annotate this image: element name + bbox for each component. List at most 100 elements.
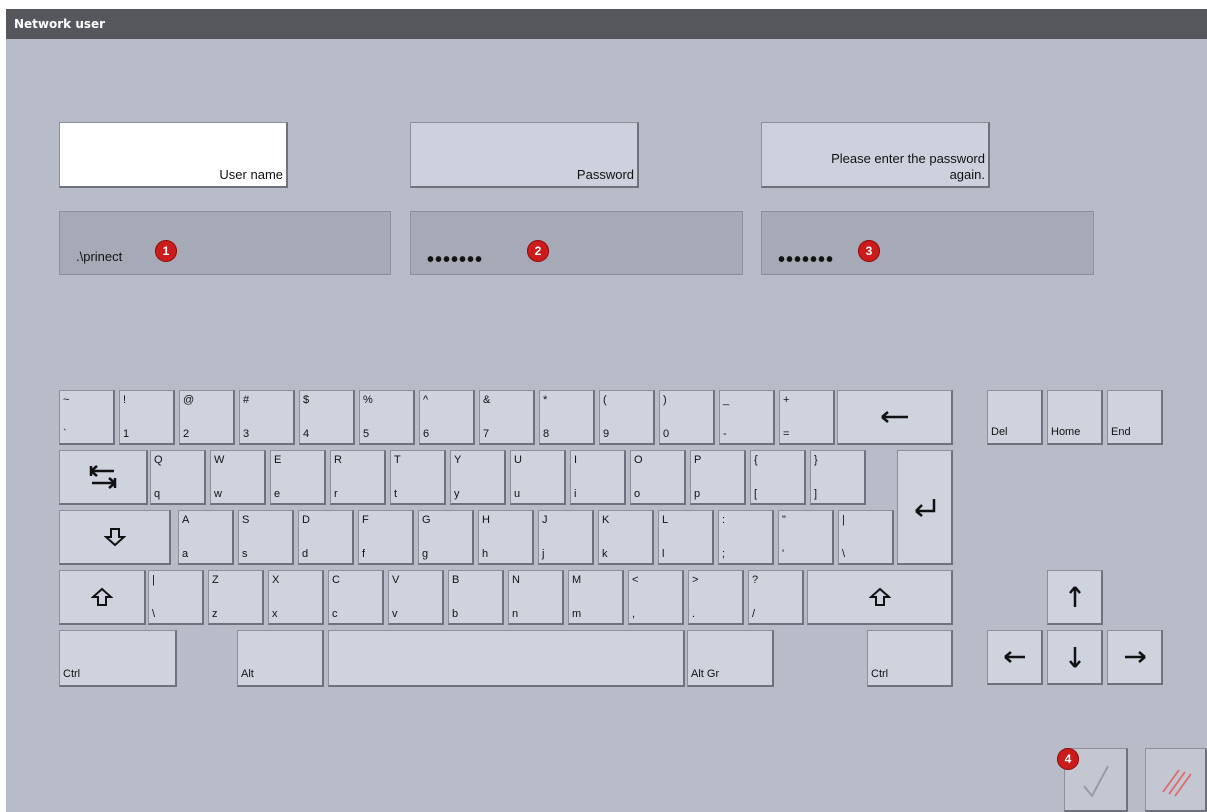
key-2-1[interactable]: Ss [238,510,294,565]
key-base-char: 8 [543,428,550,440]
ctrl-right-key[interactable]: Ctrl [867,630,953,687]
altgr-label: Alt Gr [691,668,720,680]
key-2-11[interactable]: | \ [838,510,894,565]
key-0-10[interactable]: ) 0 [659,390,715,445]
key-2-10[interactable]: " ' [778,510,834,565]
key-shift-char: " [782,514,786,526]
key-base-char: ` [63,428,67,440]
key-0-2[interactable]: @2 [179,390,235,445]
shift-left-key[interactable] [59,570,146,625]
key-1-10[interactable]: {[ [750,450,806,505]
shift-icon [808,571,951,623]
key-3-7[interactable]: Mm [568,570,624,625]
key-2-7[interactable]: Kk [598,510,654,565]
key-2-0[interactable]: Aa [178,510,234,565]
key-shift-char: K [602,514,610,526]
key-1-1[interactable]: Ww [210,450,266,505]
key-0-6[interactable]: ^ 6 [419,390,475,445]
key-3-10[interactable]: ? / [748,570,804,625]
key-3-0[interactable]: | \ [148,570,204,625]
key-3-8[interactable]: <, [628,570,684,625]
key-0-5[interactable]: % 5 [359,390,415,445]
arrow-up-key[interactable] [1047,570,1103,625]
key-3-3[interactable]: Cc [328,570,384,625]
key-3-2[interactable]: Xx [268,570,324,625]
arrow-down-key[interactable] [1047,630,1103,685]
confirm-password-field[interactable]: ••••••• 3 [761,211,1094,275]
key-0-4[interactable]: $4 [299,390,355,445]
tab-key[interactable] [59,450,148,505]
shift-right-key[interactable] [807,570,953,625]
key-shift-char: E [274,454,282,466]
key-3-9[interactable]: >. [688,570,744,625]
step-badge-4: 4 [1057,748,1079,770]
key-1-11[interactable]: }] [810,450,866,505]
key-base-char: u [514,488,521,500]
password-field[interactable]: ••••••• 2 [410,211,743,275]
key-0-7[interactable]: & 7 [479,390,535,445]
key-base-char: y [454,488,460,500]
key-3-6[interactable]: Nn [508,570,564,625]
key-1-7[interactable]: Ii [570,450,626,505]
confirm-password-label-box[interactable]: Please enter the password again. [761,122,990,188]
key-2-6[interactable]: Jj [538,510,594,565]
key-base-char: o [634,488,641,500]
key-1-6[interactable]: Uu [510,450,566,505]
key-shift-char: M [572,574,582,586]
key-0-0[interactable]: ~ ` [59,390,115,445]
key-shift-char: # [243,394,250,406]
key-2-2[interactable]: Dd [298,510,354,565]
shift-icon [60,571,144,623]
key-2-3[interactable]: Ff [358,510,414,565]
password-label-box[interactable]: Password [410,122,639,188]
key-1-0[interactable]: Qq [150,450,206,505]
username-field[interactable]: .\prinect 1 [59,211,391,275]
key-0-11[interactable]: _ - [719,390,775,445]
key-1-2[interactable]: Ee [270,450,326,505]
key-base-char: [ [754,488,758,500]
key-0-12[interactable]: + = [779,390,835,445]
key-1-8[interactable]: Oo [630,450,686,505]
key-1-3[interactable]: Rr [330,450,386,505]
key-3-4[interactable]: Vv [388,570,444,625]
key-0-3[interactable]: #3 [239,390,295,445]
key-3-5[interactable]: Bb [448,570,504,625]
end-key[interactable]: End [1107,390,1163,445]
key-base-char: = [783,428,790,440]
key-3-1[interactable]: Zz [208,570,264,625]
key-base-char: i [574,488,577,500]
key-2-4[interactable]: Gg [418,510,474,565]
username-label-box[interactable]: User name [59,122,288,188]
key-1-9[interactable]: Pp [690,450,746,505]
arrow-left-icon [988,631,1041,683]
key-shift-char: Z [212,574,219,586]
key-base-char: \ [152,608,156,620]
caps-lock-key[interactable] [59,510,171,565]
del-key[interactable]: Del [987,390,1043,445]
ctrl-left-key[interactable]: Ctrl [59,630,177,687]
home-key[interactable]: Home [1047,390,1103,445]
key-0-1[interactable]: ! 1 [119,390,175,445]
confirm-password-label-line1: Please enter the password [831,151,985,166]
key-shift-char: < [632,574,639,586]
key-shift-char: F [362,514,369,526]
key-shift-char: } [814,454,818,466]
key-shift-char: Q [154,454,163,466]
key-2-8[interactable]: Ll [658,510,714,565]
arrow-left-key[interactable] [987,630,1043,685]
cancel-button[interactable] [1145,748,1207,812]
key-shift-char: @ [183,394,195,406]
key-2-5[interactable]: Hh [478,510,534,565]
key-0-8[interactable]: * 8 [539,390,595,445]
key-1-4[interactable]: Tt [390,450,446,505]
arrow-right-key[interactable] [1107,630,1163,685]
backspace-key[interactable] [837,390,953,445]
key-shift-char: | [842,514,845,526]
enter-key[interactable] [897,450,953,565]
altgr-key[interactable]: Alt Gr [687,630,774,687]
space-key[interactable] [328,630,685,687]
alt-key[interactable]: Alt [237,630,324,687]
key-2-9[interactable]: :; [718,510,774,565]
key-1-5[interactable]: Yy [450,450,506,505]
key-0-9[interactable]: (9 [599,390,655,445]
